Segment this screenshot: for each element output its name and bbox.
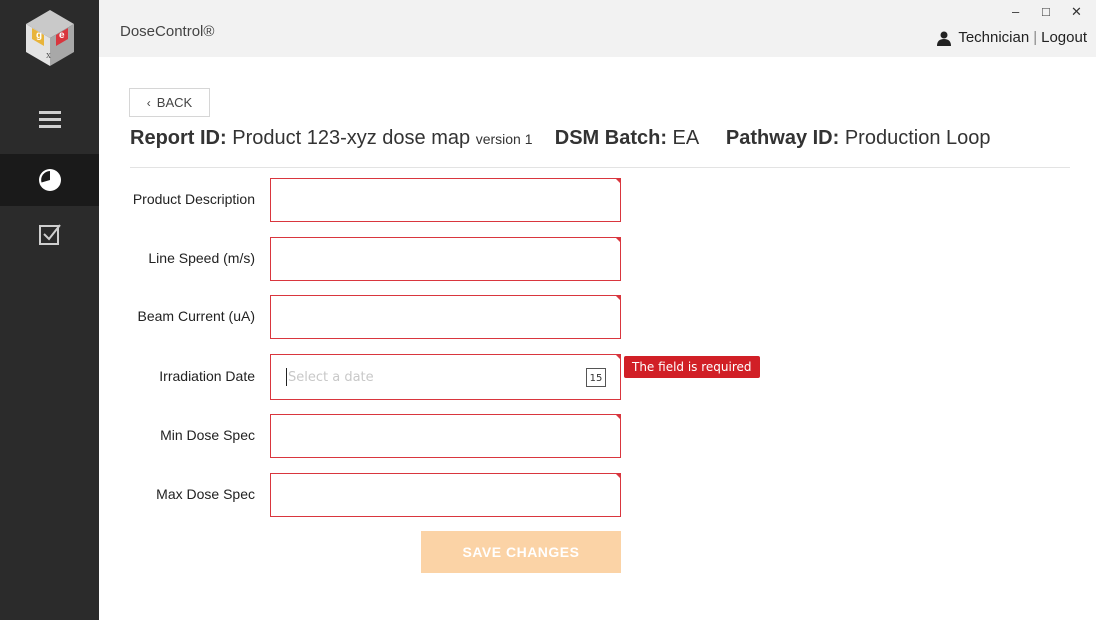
field-label: Beam Current (uA) [137,308,255,324]
field-label: Product Description [132,191,255,207]
form-row-line-speed: Line Speed (m/s) [99,237,1096,281]
user-icon [937,31,952,46]
svg-text:x: x [46,50,51,61]
back-button[interactable]: ‹ BACK [129,88,210,117]
user-separator: | [1033,29,1038,46]
header-divider [130,167,1070,168]
required-marker-icon [615,414,621,420]
required-marker-icon [615,295,621,301]
user-role: Technician [958,29,1030,46]
back-label: BACK [156,95,193,110]
pathway-id-value: Production Loop [844,127,991,149]
beam-current-input[interactable] [271,296,620,338]
required-marker-icon [615,178,621,184]
beam-current-field [270,295,621,339]
max-dose-input[interactable] [271,474,620,516]
form-row-beam-current: Beam Current (uA) [99,295,1096,339]
app-title: DoseControl® [120,23,215,40]
main-content: ‹ BACK Report ID: Product 123-xyz dose m… [99,57,1096,620]
sidebar-item-dashboard[interactable] [0,154,99,206]
minimize-icon[interactable]: – [1012,5,1019,19]
form-row-max-dose: Max Dose Spec [99,473,1096,517]
checkbox-icon [38,224,61,245]
form-row-irradiation-date: Irradiation Date 15 The field is require… [99,354,1096,400]
validation-error-tooltip: The field is required [624,356,760,378]
irradiation-date-field: 15 [270,354,621,400]
chevron-left-icon: ‹ [146,95,151,110]
field-label: Min Dose Spec [160,427,255,443]
required-marker-icon [615,237,621,243]
svg-text:e: e [59,30,65,41]
min-dose-field [270,414,621,458]
report-id-label: Report ID: [130,127,227,149]
svg-text:g: g [36,30,42,41]
form-row-min-dose: Min Dose Spec [99,414,1096,458]
pathway-id-label: Pathway ID: [725,127,840,149]
logout-link[interactable]: Logout [1041,29,1087,46]
line-speed-field [270,237,621,281]
product-description-input[interactable] [271,179,620,221]
save-changes-button[interactable]: SAVE CHANGES [421,531,621,573]
hamburger-menu-icon [38,111,61,128]
report-id-value: Product 123-xyz dose map [232,127,471,149]
form-row-product-description: Product Description [99,178,1096,222]
line-speed-input[interactable] [271,238,620,280]
dsm-batch-value: EA [672,127,699,149]
min-dose-input[interactable] [271,415,620,457]
close-icon[interactable]: ✕ [1071,5,1082,19]
pie-chart-icon [38,169,61,191]
field-label: Line Speed (m/s) [148,250,255,266]
gex-logo: g e x [26,10,74,66]
report-version: version 1 [475,131,533,147]
field-label: Max Dose Spec [156,486,255,502]
max-dose-field [270,473,621,517]
user-area: Technician | Logout [936,29,1087,46]
sidebar-item-menu[interactable] [0,93,99,145]
field-label: Irradiation Date [159,368,255,384]
required-marker-icon [615,473,621,479]
sidebar-item-tasks[interactable] [0,208,99,260]
required-marker-icon [615,354,621,360]
text-caret [286,368,287,386]
product-description-field [270,178,621,222]
sidebar: g e x [0,0,99,620]
maximize-icon[interactable]: □ [1042,5,1050,19]
dsm-batch-label: DSM Batch: [554,127,667,149]
report-header: Report ID: Product 123-xyz dose map vers… [130,127,991,150]
top-bar: DoseControl® – □ ✕ Technician | Logout [99,0,1096,57]
calendar-icon[interactable]: 15 [586,368,606,387]
irradiation-date-input[interactable] [271,355,620,399]
